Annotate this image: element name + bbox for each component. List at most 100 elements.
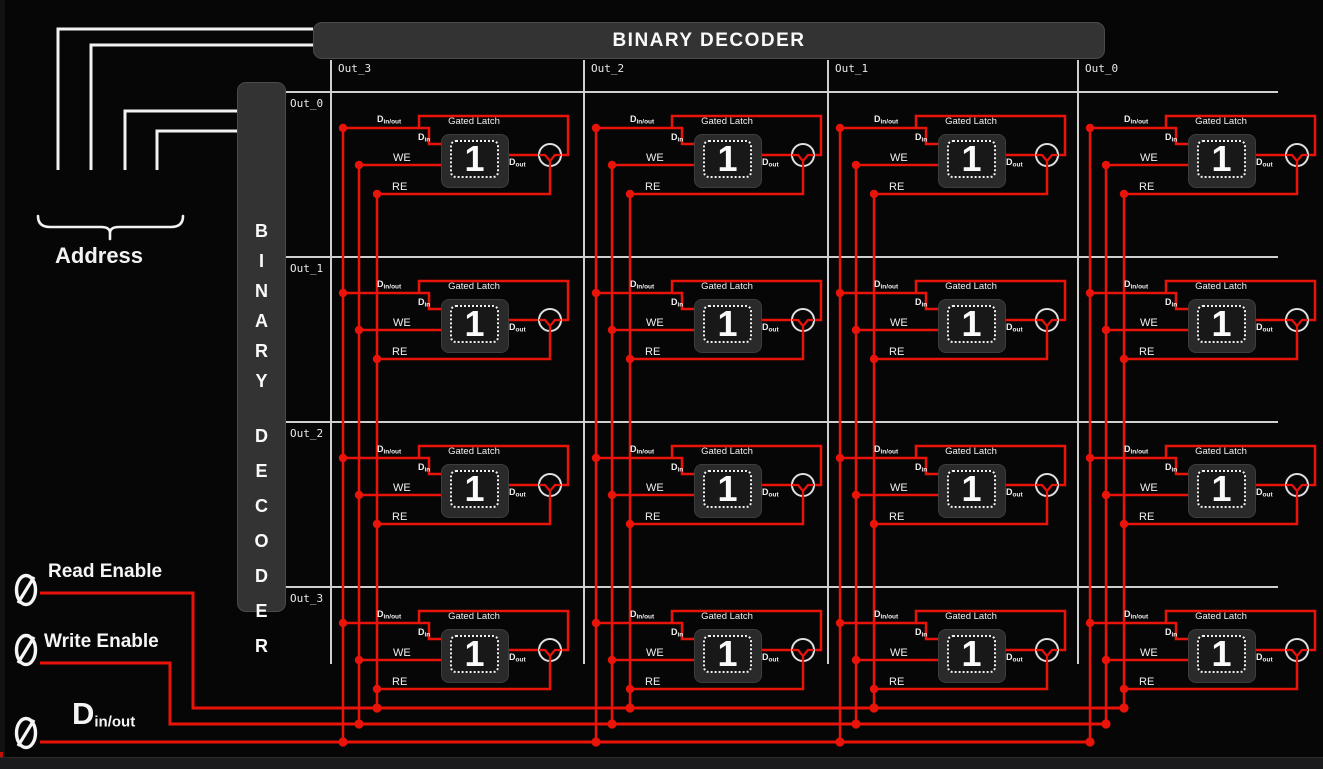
gated-latch-cell: 1 Gated Latch Din/out Din WE RE Dout <box>1078 92 1323 210</box>
cell-dout-label: Dout <box>1256 322 1273 334</box>
cell-we-label: WE <box>646 317 664 329</box>
latch-value: 1 <box>717 144 737 174</box>
gated-latch-cell: 1 Gated Latch Din/out Din WE RE Dout <box>331 422 581 540</box>
latch-value-box: 1 <box>703 140 752 178</box>
row-header: Out_1 <box>290 262 323 275</box>
cell-we-label: WE <box>646 647 664 659</box>
cell-re-label: RE <box>889 181 904 193</box>
cell-dout-label: Dout <box>1256 157 1273 169</box>
cell-dinout-label: Din/out <box>630 114 654 126</box>
cell-re-label: RE <box>1139 676 1154 688</box>
gated-latch-cell: 1 Gated Latch Din/out Din WE RE Dout <box>828 92 1078 210</box>
cell-din-label: Din <box>1165 132 1177 144</box>
write-enable-toggle[interactable] <box>11 632 41 673</box>
cell-re-label: RE <box>392 181 407 193</box>
gated-latch-title: Gated Latch <box>692 116 762 127</box>
latch-value: 1 <box>1211 144 1231 174</box>
data-inout-label-main: D <box>72 696 94 731</box>
cell-we-label: WE <box>1140 317 1158 329</box>
row-header: Out_0 <box>290 97 323 110</box>
cell-din-label: Din <box>915 297 927 309</box>
cell-dinout-label: Din/out <box>1124 609 1148 621</box>
cell-we-label: WE <box>1140 482 1158 494</box>
cell-dinout-label: Din/out <box>630 444 654 456</box>
column-header: Out_2 <box>591 62 624 75</box>
cell-we-label: WE <box>646 152 664 164</box>
data-inout-label-sub: in/out <box>94 713 135 730</box>
latch-value-box: 1 <box>947 140 996 178</box>
gated-latch-cell: 1 Gated Latch Din/out Din WE RE Dout <box>1078 257 1323 375</box>
cell-we-label: WE <box>890 482 908 494</box>
cell-dout-label: Dout <box>1006 157 1023 169</box>
cell-dout-label: Dout <box>762 322 779 334</box>
cell-din-label: Din <box>671 627 683 639</box>
top-binary-decoder: BINARY DECODER <box>313 22 1105 59</box>
cell-re-label: RE <box>392 346 407 358</box>
left-decoder-label-line2: DECODER <box>238 419 285 664</box>
gated-latch-title: Gated Latch <box>1186 281 1256 292</box>
gated-latch-cell: 1 Gated Latch Din/out Din WE RE Dout <box>584 92 834 210</box>
gated-latch-title: Gated Latch <box>936 116 1006 127</box>
latch-value: 1 <box>961 144 981 174</box>
cell-din-label: Din <box>671 297 683 309</box>
cell-dout-label: Dout <box>509 487 526 499</box>
latch-value-box: 1 <box>1197 305 1246 343</box>
cell-we-label: WE <box>393 152 411 164</box>
cell-we-label: WE <box>646 482 664 494</box>
row-header: Out_3 <box>290 592 323 605</box>
cell-we-label: WE <box>890 317 908 329</box>
latch-value-box: 1 <box>1197 635 1246 673</box>
latch-value: 1 <box>1211 639 1231 669</box>
cell-dout-label: Dout <box>1256 487 1273 499</box>
write-enable-label: Write Enable <box>44 631 159 653</box>
cell-we-label: WE <box>890 152 908 164</box>
cell-re-label: RE <box>889 676 904 688</box>
latch-value-box: 1 <box>703 305 752 343</box>
latch-value: 1 <box>464 639 484 669</box>
gated-latch-cell: 1 Gated Latch Din/out Din WE RE Dout <box>828 422 1078 540</box>
cell-din-label: Din <box>915 462 927 474</box>
column-header: Out_3 <box>338 62 371 75</box>
read-enable-toggle[interactable] <box>11 572 41 613</box>
latch-value-box: 1 <box>450 305 499 343</box>
cell-din-label: Din <box>915 132 927 144</box>
gated-latch-cell: 1 Gated Latch Din/out Din WE RE Dout <box>584 587 834 705</box>
gated-latch-cell: 1 Gated Latch Din/out Din WE RE Dout <box>1078 587 1323 705</box>
cell-re-label: RE <box>645 181 660 193</box>
latch-value: 1 <box>717 474 737 504</box>
address-label: Address <box>55 243 143 269</box>
gated-latch-cell: 1 Gated Latch Din/out Din WE RE Dout <box>331 92 581 210</box>
gated-latch-title: Gated Latch <box>1186 116 1256 127</box>
cell-we-label: WE <box>1140 152 1158 164</box>
latch-value: 1 <box>1211 309 1231 339</box>
latch-value-box: 1 <box>947 305 996 343</box>
cell-re-label: RE <box>1139 511 1154 523</box>
latch-value-box: 1 <box>1197 140 1246 178</box>
cell-din-label: Din <box>1165 462 1177 474</box>
cell-dout-label: Dout <box>1006 487 1023 499</box>
cell-dinout-label: Din/out <box>377 609 401 621</box>
gated-latch-title: Gated Latch <box>439 116 509 127</box>
latch-value-box: 1 <box>947 635 996 673</box>
cell-dout-label: Dout <box>762 487 779 499</box>
cell-dinout-label: Din/out <box>377 279 401 291</box>
data-inout-toggle[interactable] <box>11 715 41 756</box>
cell-dout-label: Dout <box>1256 652 1273 664</box>
latch-value: 1 <box>717 639 737 669</box>
gated-latch-title: Gated Latch <box>692 611 762 622</box>
cell-we-label: WE <box>393 482 411 494</box>
gated-latch-title: Gated Latch <box>936 611 1006 622</box>
cell-dout-label: Dout <box>509 157 526 169</box>
gated-latch-cell: 1 Gated Latch Din/out Din WE RE Dout <box>584 257 834 375</box>
cell-din-label: Din <box>418 627 430 639</box>
cell-dinout-label: Din/out <box>874 444 898 456</box>
latch-value: 1 <box>464 309 484 339</box>
latch-value: 1 <box>464 144 484 174</box>
address-underbrace <box>38 216 183 239</box>
gated-latch-title: Gated Latch <box>1186 446 1256 457</box>
cell-re-label: RE <box>889 346 904 358</box>
latch-value-box: 1 <box>450 635 499 673</box>
row-header: Out_2 <box>290 427 323 440</box>
gated-latch-title: Gated Latch <box>936 446 1006 457</box>
latch-value-box: 1 <box>450 140 499 178</box>
